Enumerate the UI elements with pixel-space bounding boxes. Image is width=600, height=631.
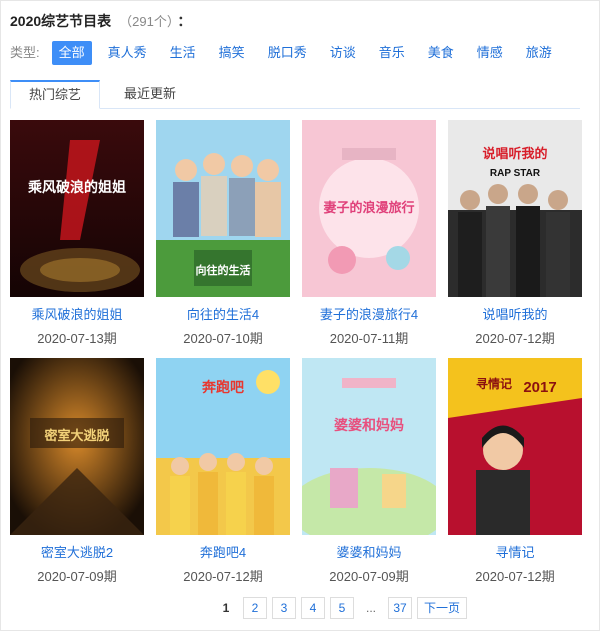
poster-art: 向往的生活: [156, 120, 290, 297]
tab-recent[interactable]: 最近更新: [110, 80, 190, 108]
poster-art: 妻子的浪漫旅行: [302, 120, 436, 297]
show-poster[interactable]: 奔跑吧: [156, 358, 290, 535]
tab-bar: 热门综艺 最近更新: [10, 80, 580, 109]
show-poster[interactable]: 婆婆和妈妈: [302, 358, 436, 535]
filter-label: 类型:: [10, 45, 40, 60]
poster-art: 乘风破浪的姐姐: [10, 120, 144, 297]
show-card[interactable]: 密室大逃脱 密室大逃脱2 2020-07-09期: [10, 358, 144, 585]
poster-subtitle: RAP STAR: [490, 168, 541, 179]
show-title[interactable]: 密室大逃脱2: [10, 542, 144, 561]
poster-title: 妻子的浪漫旅行: [323, 200, 414, 215]
show-date: 2020-07-12期: [475, 331, 555, 346]
show-poster[interactable]: 向往的生活: [156, 120, 290, 297]
filter-music[interactable]: 音乐: [372, 41, 412, 65]
show-date: 2020-07-11期: [329, 331, 409, 346]
filter-emotion[interactable]: 情感: [470, 41, 510, 65]
show-card[interactable]: 奔跑吧 奔跑吧4 2020-07-12期: [156, 358, 290, 585]
show-title[interactable]: 奔跑吧4: [156, 542, 290, 561]
show-card[interactable]: 说唱听我的 RAP STAR 说唱听我的 2020-07-12期: [448, 120, 582, 347]
next-page-button[interactable]: 下一页: [417, 597, 468, 619]
poster-title: 向往的生活: [196, 263, 251, 277]
filter-interview[interactable]: 访谈: [323, 41, 363, 65]
show-poster[interactable]: 密室大逃脱: [10, 358, 144, 535]
filter-all[interactable]: 全部: [51, 41, 92, 65]
show-poster[interactable]: 妻子的浪漫旅行: [302, 120, 436, 297]
poster-art: 密室大逃脱: [10, 358, 144, 535]
filter-reality[interactable]: 真人秀: [101, 41, 154, 65]
filter-talkshow[interactable]: 脱口秀: [261, 41, 314, 65]
show-title[interactable]: 婆婆和妈妈: [302, 542, 436, 561]
show-date: 2020-07-12期: [183, 569, 263, 584]
header: 2020综艺节目表 （291个）：: [10, 10, 191, 32]
page-3[interactable]: 3: [272, 597, 296, 619]
tab-hot[interactable]: 热门综艺: [10, 80, 100, 109]
show-poster[interactable]: 乘风破浪的姐姐: [10, 120, 144, 297]
show-date: 2020-07-13期: [37, 331, 117, 346]
show-date: 2020-07-10期: [183, 331, 263, 346]
filter-life[interactable]: 生活: [163, 41, 203, 65]
filter-food[interactable]: 美食: [421, 41, 461, 65]
poster-art: 说唱听我的 RAP STAR: [448, 120, 582, 297]
poster-title: 密室大逃脱: [43, 428, 109, 443]
page-title: 2020综艺节目表: [10, 13, 112, 29]
show-title[interactable]: 寻情记: [448, 542, 582, 561]
poster-art: 奔跑吧: [156, 358, 290, 535]
show-card[interactable]: 向往的生活 向往的生活4 2020-07-10期: [156, 120, 290, 347]
filter-travel[interactable]: 旅游: [519, 41, 559, 65]
show-card[interactable]: 寻情记 2017 寻情记 2020-07-12期: [448, 358, 582, 585]
page-4[interactable]: 4: [301, 597, 325, 619]
show-date: 2020-07-09期: [37, 569, 117, 584]
page-ellipsis: ...: [365, 601, 376, 615]
type-filter-bar: 类型: 全部 真人秀 生活 搞笑 脱口秀 访谈 音乐 美食 情感 旅游: [10, 41, 568, 65]
show-card[interactable]: 乘风破浪的姐姐 乘风破浪的姐姐 2020-07-13期: [10, 120, 144, 347]
show-date: 2020-07-12期: [475, 569, 555, 584]
show-title[interactable]: 妻子的浪漫旅行4: [302, 304, 436, 323]
poster-title: 奔跑吧: [201, 379, 244, 395]
show-poster[interactable]: 说唱听我的 RAP STAR: [448, 120, 582, 297]
title-colon: ：: [177, 13, 192, 29]
show-count: （291个）: [119, 14, 174, 29]
show-date: 2020-07-09期: [329, 569, 409, 584]
show-title[interactable]: 乘风破浪的姐姐: [10, 304, 144, 323]
show-card[interactable]: 婆婆和妈妈 婆婆和妈妈 2020-07-09期: [302, 358, 436, 585]
poster-art: 寻情记 2017: [448, 358, 582, 535]
poster-art: 婆婆和妈妈: [302, 358, 436, 535]
show-title[interactable]: 说唱听我的: [448, 304, 582, 323]
page-last[interactable]: 37: [388, 597, 412, 619]
pagination: 1 2 3 4 5 ... 37 下一页: [214, 597, 472, 619]
show-poster[interactable]: 寻情记 2017: [448, 358, 582, 535]
poster-title: 乘风破浪的姐姐: [27, 179, 126, 195]
poster-title: 寻情记: [476, 376, 512, 391]
poster-title: 说唱听我的: [482, 146, 547, 161]
poster-year: 2017: [523, 379, 556, 396]
page-1[interactable]: 1: [214, 597, 238, 619]
page-2[interactable]: 2: [243, 597, 267, 619]
show-title[interactable]: 向往的生活4: [156, 304, 290, 323]
filter-comedy[interactable]: 搞笑: [212, 41, 252, 65]
show-card[interactable]: 妻子的浪漫旅行 妻子的浪漫旅行4 2020-07-11期: [302, 120, 436, 347]
page-5[interactable]: 5: [330, 597, 354, 619]
poster-title: 婆婆和妈妈: [334, 417, 404, 433]
